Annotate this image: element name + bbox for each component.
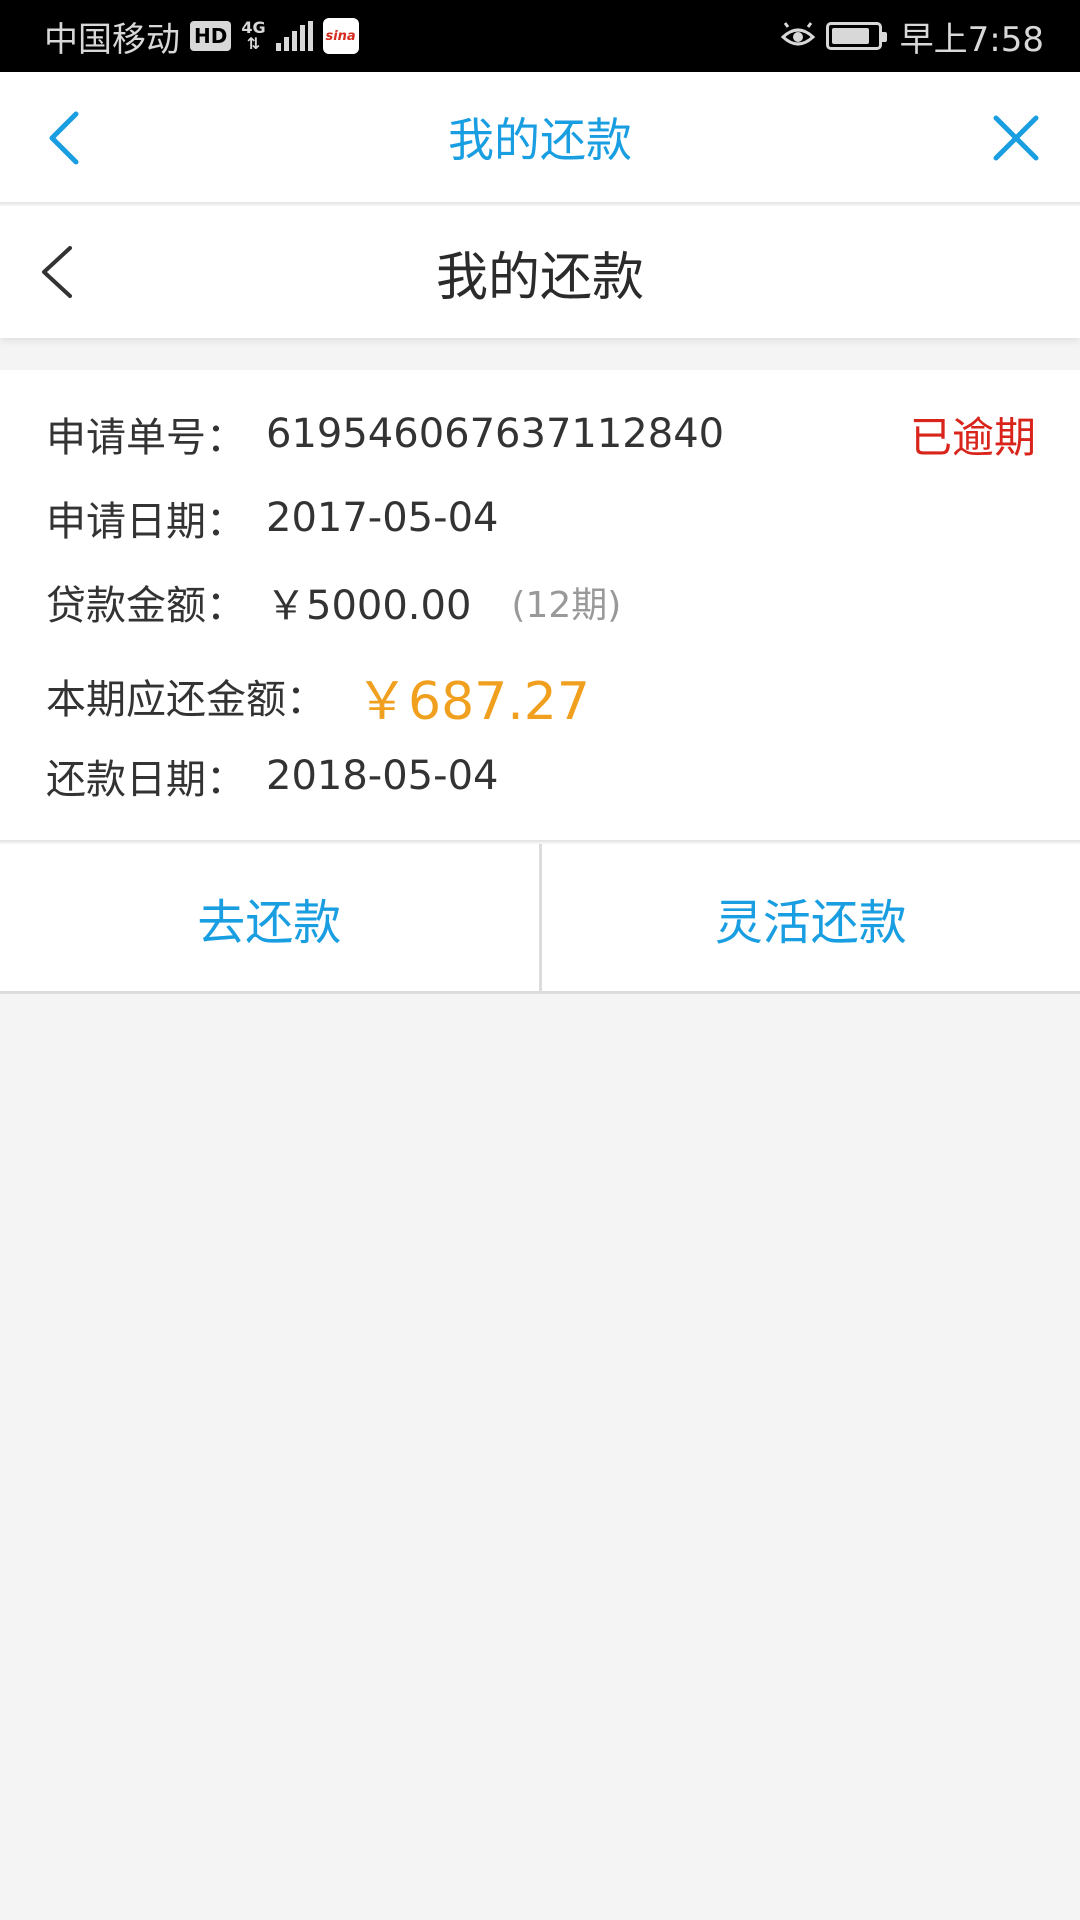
application-number: 619546067637112840 — [266, 411, 725, 457]
application-date: 2017-05-04 — [266, 495, 499, 541]
application-date-row: 申请日期： 2017-05-04 — [46, 488, 1036, 548]
network-arrows-icon: ⇅ — [246, 34, 261, 53]
status-left: 中国移动 HD 4G ⇅ sina — [44, 12, 359, 61]
loan-amount-label: 贷款金额： — [46, 583, 246, 629]
network-type-icon: 4G ⇅ — [241, 20, 265, 52]
repayment-date-row: 还款日期： 2018-05-04 — [46, 746, 1036, 806]
amount-due-row: 本期应还金额： ￥687.27 — [46, 660, 1036, 732]
status-badge: 已逾期 — [909, 412, 1036, 462]
chevron-left-icon[interactable] — [34, 242, 84, 302]
weibo-app-icon: sina — [322, 18, 359, 54]
application-number-label: 申请单号： — [46, 415, 246, 461]
carrier-name: 中国移动 — [44, 19, 180, 60]
close-icon[interactable] — [990, 112, 1042, 164]
battery-icon — [825, 22, 887, 50]
page-header: 我的还款 — [0, 206, 1080, 338]
loan-periods: (12期) — [511, 585, 622, 626]
application-number-row: 申请单号： 619546067637112840 已逾期 — [46, 404, 1036, 464]
amount-due: ￥687.27 — [356, 671, 590, 732]
top-nav-bar: 我的还款 — [0, 72, 1080, 204]
signal-strength-icon — [275, 21, 313, 51]
page-title: 我的还款 — [435, 247, 644, 308]
clock: 早上7:58 — [899, 19, 1044, 60]
application-date-label: 申请日期： — [46, 499, 246, 545]
loan-card: 申请单号： 619546067637112840 已逾期 申请日期： 2017-… — [0, 370, 1080, 842]
amount-due-label: 本期应还金额： — [46, 677, 326, 723]
battery-level — [831, 28, 870, 44]
hd-badge: HD — [190, 21, 232, 51]
loan-amount-row: 贷款金额： ￥5000.00 (12期) — [46, 572, 1036, 632]
weibo-app-label: sina — [325, 28, 356, 44]
eye-comfort-icon — [780, 22, 815, 46]
repay-button[interactable]: 去还款 — [0, 844, 539, 991]
action-bar: 去还款 灵活还款 — [0, 844, 1080, 994]
flexible-repay-button[interactable]: 灵活还款 — [542, 844, 1080, 991]
repayment-date-label: 还款日期： — [46, 757, 246, 803]
top-nav-title: 我的还款 — [448, 113, 632, 167]
status-right: 早上7:58 — [780, 12, 1044, 61]
chevron-left-icon[interactable] — [40, 108, 90, 168]
repayment-date: 2018-05-04 — [266, 753, 499, 799]
status-bar: 中国移动 HD 4G ⇅ sina 早上7:58 — [0, 0, 1080, 72]
loan-amount: ￥5000.00 — [266, 583, 472, 629]
